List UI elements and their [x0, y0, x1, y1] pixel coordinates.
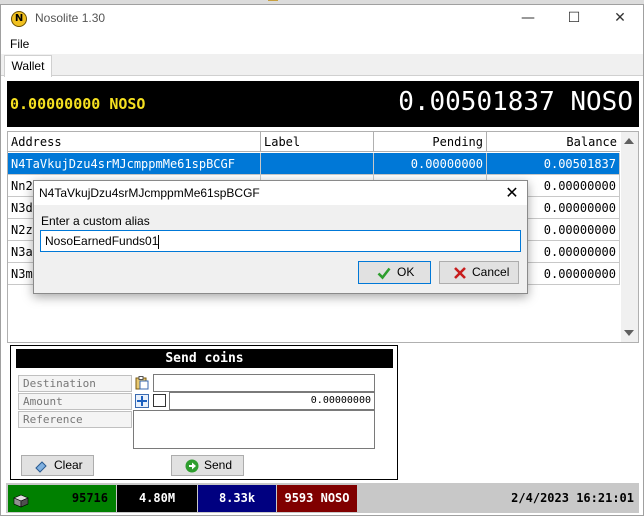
alias-prompt: Enter a custom alias: [41, 214, 150, 228]
menu-bar: File: [1, 34, 643, 54]
window-title: Nosolite 1.30: [35, 11, 106, 25]
alias-dialog-title: N4TaVkujDzu4srMJcmppmMe61spBCGF: [39, 186, 260, 200]
clear-button-label: Clear: [54, 458, 83, 472]
column-label[interactable]: Label: [261, 132, 374, 152]
cancel-button-label: Cancel: [472, 265, 510, 279]
block-status: 95716: [8, 485, 116, 512]
block-number: 95716: [71, 491, 108, 505]
arrow-right-icon: [185, 459, 199, 473]
alias-dialog: N4TaVkujDzu4srMJcmppmMe61spBCGF ✕ Enter …: [33, 180, 528, 294]
status-bar: 95716 4.80M 8.33k 9593 NOSO 2/4/2023 16:…: [6, 483, 639, 513]
send-button-label: Send: [204, 458, 233, 472]
amount-input[interactable]: 0.00000000: [169, 392, 375, 410]
column-address[interactable]: Address: [8, 132, 261, 152]
amount-label: Amount: [18, 393, 132, 410]
reference-label: Reference: [18, 411, 132, 428]
total-balance: 0.00501837 NOSO: [398, 87, 633, 117]
title-bar[interactable]: N Nosolite 1.30 — ☐ ✕: [1, 5, 643, 32]
ok-button[interactable]: OK: [358, 261, 431, 284]
status-stat-3: 8.33k: [198, 485, 276, 512]
menu-file[interactable]: File: [10, 37, 29, 51]
status-stat-2: 4.80M: [117, 485, 197, 512]
alias-input[interactable]: NosoEarnedFunds01: [40, 230, 521, 252]
scroll-down-arrow-icon[interactable]: [624, 330, 634, 336]
cancel-x-icon: [453, 266, 467, 280]
paste-icon[interactable]: [135, 376, 149, 390]
background-folder-icon: [268, 0, 278, 1]
send-all-checkbox[interactable]: [153, 394, 166, 407]
minimize-button[interactable]: —: [505, 5, 551, 32]
alias-input-value: NosoEarnedFunds01: [45, 234, 159, 248]
send-coins-panel: Send coins Destination Amount 0.00000000…: [10, 345, 398, 480]
row-balance-cell: 0.00501837: [487, 153, 620, 175]
eraser-icon: [34, 459, 48, 473]
status-stat-4: 9593 NOSO: [277, 485, 357, 512]
cube-icon: [13, 491, 29, 508]
plus-icon[interactable]: [135, 394, 149, 408]
close-window-button[interactable]: ✕: [597, 5, 643, 32]
ok-button-label: OK: [397, 265, 415, 279]
text-caret: [158, 234, 160, 249]
status-datetime: 2/4/2023 16:21:01: [511, 491, 634, 505]
table-row[interactable]: N4TaVkujDzu4srMJcmppmMe61spBCGF 0.0000000…: [8, 153, 620, 175]
maximize-button[interactable]: ☐: [551, 5, 597, 32]
row-label-cell: [261, 153, 374, 175]
alias-dialog-close-button[interactable]: ✕: [497, 181, 527, 205]
scroll-up-arrow-icon[interactable]: [624, 138, 634, 144]
tab-bar: Wallet: [1, 54, 643, 77]
reference-input[interactable]: [133, 410, 375, 449]
column-balance[interactable]: Balance: [487, 132, 620, 152]
row-address-cell: N4TaVkujDzu4srMJcmppmMe61spBCGF: [8, 153, 261, 175]
noso-logo-icon: N: [11, 11, 27, 27]
alias-dialog-titlebar[interactable]: N4TaVkujDzu4srMJcmppmMe61spBCGF ✕: [34, 181, 527, 205]
checkmark-icon: [377, 266, 391, 280]
clear-button[interactable]: Clear: [21, 455, 94, 476]
destination-label: Destination: [18, 375, 132, 392]
send-button[interactable]: Send: [171, 455, 244, 476]
send-coins-header: Send coins: [16, 349, 393, 368]
tab-wallet[interactable]: Wallet: [4, 55, 52, 77]
grid-header: Address Label Pending Balance: [8, 132, 620, 152]
column-pending[interactable]: Pending: [374, 132, 487, 152]
nosolite-window: N Nosolite 1.30 — ☐ ✕ File Wallet 0.0000…: [0, 4, 644, 516]
pending-balance: 0.00000000 NOSO: [10, 95, 146, 113]
cancel-button[interactable]: Cancel: [439, 261, 519, 284]
grid-scrollbar[interactable]: [621, 132, 638, 342]
balance-bar: 0.00000000 NOSO 0.00501837 NOSO: [7, 81, 639, 127]
destination-input[interactable]: [153, 374, 375, 392]
row-pending-cell: 0.00000000: [374, 153, 487, 175]
